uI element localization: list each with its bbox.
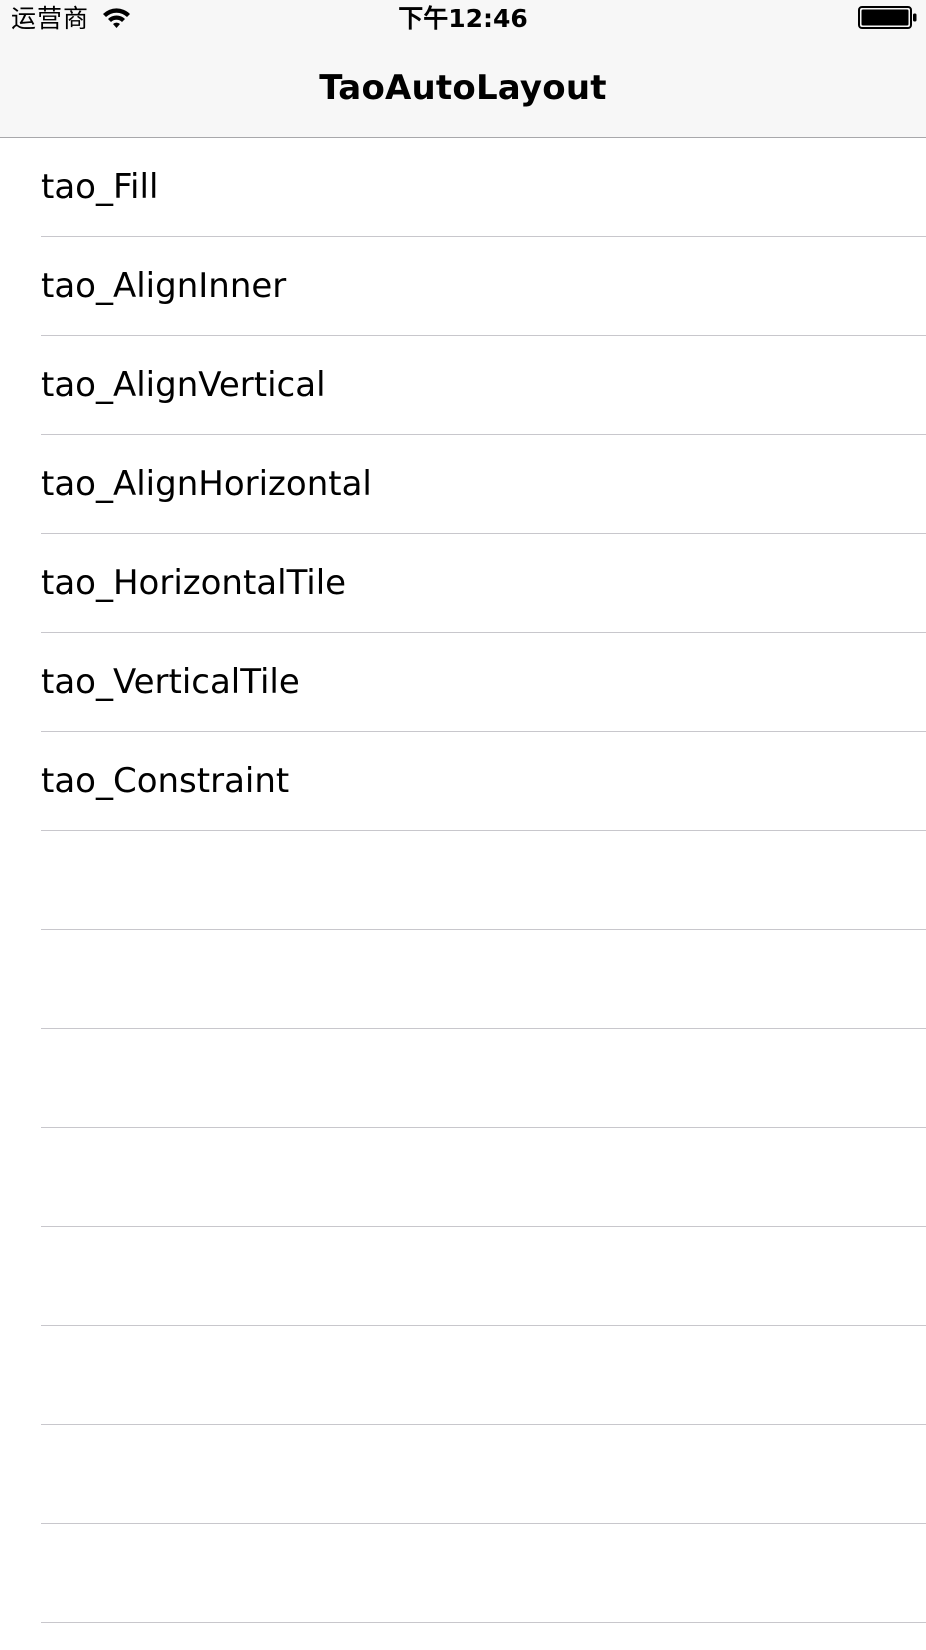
table-row-label: tao_AlignHorizontal	[41, 464, 372, 504]
table-row[interactable]: tao_HorizontalTile	[0, 534, 926, 633]
table-row-empty	[0, 930, 926, 1029]
table-row-empty	[0, 1128, 926, 1227]
navigation-bar: TaoAutoLayout	[0, 40, 926, 137]
table-view[interactable]: tao_Fill tao_AlignInner tao_AlignVerticalt…	[0, 138, 926, 1650]
table-row-label: tao_AlignVertical	[41, 365, 326, 405]
table-row[interactable]: tao_AlignInner	[0, 237, 926, 336]
table-row-label: tao_HorizontalTile	[41, 563, 347, 603]
table-row-label: tao_VerticalTile	[41, 662, 300, 702]
table-row-label: tao_Constraint	[41, 761, 290, 801]
table-row[interactable]: tao_AlignHorizontal	[0, 435, 926, 534]
table-row-empty	[0, 1425, 926, 1524]
table-row-empty	[0, 1623, 926, 1650]
table-row-label: tao_AlignInner	[41, 266, 287, 306]
status-bar: 运营商 下午12:46	[0, 0, 926, 40]
table-row-empty	[0, 1524, 926, 1623]
table-row-empty	[0, 1227, 926, 1326]
table-row[interactable]: tao_Fill	[0, 138, 926, 237]
table-row-empty	[0, 1029, 926, 1128]
table-row-label: tao_Fill	[41, 167, 159, 207]
nav-title: TaoAutoLayout	[319, 68, 607, 108]
status-clock: 下午12:46	[398, 4, 528, 33]
table-row[interactable]: tao_VerticalTile	[0, 633, 926, 732]
table-row-empty	[0, 1326, 926, 1425]
top-bar-background: 运营商 下午12:46 TaoAutoLayout	[0, 0, 926, 138]
table-row[interactable]: tao_AlignVertical	[0, 336, 926, 435]
table-row-empty	[0, 831, 926, 930]
table-row[interactable]: tao_Constraint	[0, 732, 926, 831]
battery-icon	[858, 6, 917, 29]
